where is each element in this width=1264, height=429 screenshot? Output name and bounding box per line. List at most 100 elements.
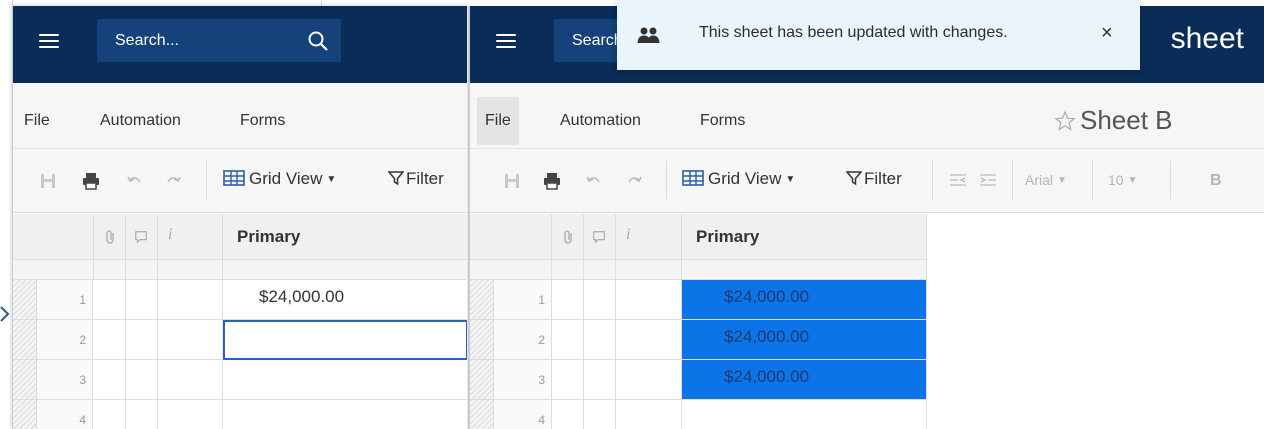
- hamburger-menu-icon[interactable]: [496, 32, 516, 50]
- row-drag-handle[interactable]: [470, 320, 494, 360]
- grid-view-label: Grid View: [708, 169, 782, 188]
- comment-icon: [593, 231, 605, 244]
- primary-cell-selected[interactable]: $24,000.00: [682, 280, 927, 320]
- primary-cell-selected[interactable]: $24,000.00: [682, 320, 927, 360]
- toolbar-divider: [666, 161, 667, 199]
- action-cell[interactable]: [158, 280, 223, 320]
- row-header-corner: [13, 214, 94, 260]
- primary-cell[interactable]: $24,000.00: [223, 280, 467, 320]
- attachment-cell[interactable]: [94, 320, 126, 360]
- primary-cell[interactable]: [223, 400, 467, 429]
- save-icon[interactable]: [38, 171, 58, 191]
- primary-cell-selected[interactable]: $24,000.00: [682, 360, 927, 400]
- comment-cell[interactable]: [584, 320, 616, 360]
- attachment-cell[interactable]: [552, 280, 584, 320]
- row-drag-handle[interactable]: [470, 400, 494, 429]
- search-input[interactable]: Search...: [97, 19, 341, 62]
- attachments-column-header[interactable]: [552, 214, 584, 260]
- row-drag-handle[interactable]: [13, 400, 37, 429]
- undo-icon[interactable]: [584, 171, 604, 191]
- row-number: 2: [37, 320, 93, 360]
- save-icon[interactable]: [502, 171, 522, 191]
- print-icon[interactable]: [81, 171, 101, 191]
- bold-button[interactable]: B: [1210, 172, 1222, 190]
- row-drag-handle[interactable]: [13, 280, 37, 320]
- font-size-select[interactable]: 10 ▼: [1108, 172, 1137, 188]
- menu-forms[interactable]: Forms: [692, 97, 753, 145]
- filter-label: Filter: [864, 169, 902, 188]
- filter-button[interactable]: Filter: [387, 169, 444, 189]
- row-drag-handle[interactable]: [470, 360, 494, 400]
- action-cell[interactable]: [158, 400, 223, 429]
- menu-forms[interactable]: Forms: [232, 97, 293, 145]
- primary-column-header[interactable]: Primary: [682, 214, 927, 260]
- chevron-down-icon: ▼: [785, 174, 796, 185]
- primary-cell-active[interactable]: [223, 320, 467, 360]
- attachment-cell[interactable]: [94, 400, 126, 429]
- action-cell[interactable]: [616, 320, 682, 360]
- comment-cell[interactable]: [126, 360, 158, 400]
- action-cell[interactable]: [158, 320, 223, 360]
- menu-automation[interactable]: Automation: [552, 97, 649, 145]
- brand-wordmark: sheet: [1170, 22, 1244, 55]
- row-number: 2: [494, 320, 552, 360]
- font-family-value: Arial: [1025, 172, 1054, 188]
- attachment-icon: [106, 230, 114, 244]
- action-cell[interactable]: [616, 360, 682, 400]
- undo-icon[interactable]: [125, 171, 145, 191]
- row-drag-handle[interactable]: [470, 280, 494, 320]
- attachment-cell[interactable]: [552, 320, 584, 360]
- row-number: 1: [494, 280, 552, 320]
- comment-cell[interactable]: [126, 280, 158, 320]
- filter-icon: [387, 171, 405, 186]
- comment-cell[interactable]: [126, 320, 158, 360]
- search-icon[interactable]: [307, 30, 329, 52]
- hamburger-menu-icon[interactable]: [39, 32, 59, 50]
- action-cell[interactable]: [616, 400, 682, 429]
- comments-column-header[interactable]: [126, 214, 158, 260]
- update-notification-toast: This sheet has been updated with changes…: [617, 0, 1140, 70]
- sheet-title: Sheet B: [1054, 105, 1173, 136]
- attachment-cell[interactable]: [94, 360, 126, 400]
- menu-file[interactable]: File: [477, 97, 519, 145]
- redo-icon[interactable]: [163, 171, 183, 191]
- toast-message: This sheet has been updated with changes…: [699, 24, 1008, 41]
- primary-column-header[interactable]: Primary: [223, 214, 467, 260]
- font-family-select[interactable]: Arial ▼: [1025, 172, 1067, 188]
- row-actions-column-header[interactable]: i: [616, 214, 682, 260]
- row-drag-handle[interactable]: [13, 320, 37, 360]
- header-spacer: [552, 260, 584, 280]
- header-spacer: [223, 260, 467, 280]
- row-number: 4: [37, 400, 93, 429]
- comment-cell[interactable]: [584, 360, 616, 400]
- redo-icon[interactable]: [624, 171, 644, 191]
- row-drag-handle[interactable]: [13, 360, 37, 400]
- indent-icon[interactable]: [978, 171, 998, 191]
- outdent-icon[interactable]: [948, 171, 968, 191]
- primary-cell[interactable]: [682, 400, 927, 429]
- row-actions-column-header[interactable]: i: [158, 214, 223, 260]
- action-cell[interactable]: [616, 280, 682, 320]
- font-size-value: 10: [1108, 172, 1124, 188]
- users-icon: [637, 27, 660, 43]
- comment-cell[interactable]: [126, 400, 158, 429]
- comment-cell[interactable]: [584, 280, 616, 320]
- close-icon[interactable]: ×: [1101, 22, 1113, 45]
- chevron-down-icon: ▼: [326, 174, 337, 185]
- print-icon[interactable]: [542, 171, 562, 191]
- attachment-cell[interactable]: [552, 400, 584, 429]
- menu-file[interactable]: File: [16, 97, 58, 145]
- comment-cell[interactable]: [584, 400, 616, 429]
- grid-view-button[interactable]: Grid View ▼: [223, 169, 336, 189]
- menu-automation[interactable]: Automation: [92, 97, 189, 145]
- attachment-cell[interactable]: [94, 280, 126, 320]
- attachment-cell[interactable]: [552, 360, 584, 400]
- comments-column-header[interactable]: [584, 214, 616, 260]
- toolbar-divider: [1170, 161, 1171, 199]
- action-cell[interactable]: [158, 360, 223, 400]
- attachments-column-header[interactable]: [94, 214, 126, 260]
- grid-view-button[interactable]: Grid View ▼: [682, 169, 795, 189]
- primary-cell[interactable]: [223, 360, 467, 400]
- filter-button[interactable]: Filter: [845, 169, 902, 189]
- favorite-star-icon[interactable]: [1054, 110, 1076, 132]
